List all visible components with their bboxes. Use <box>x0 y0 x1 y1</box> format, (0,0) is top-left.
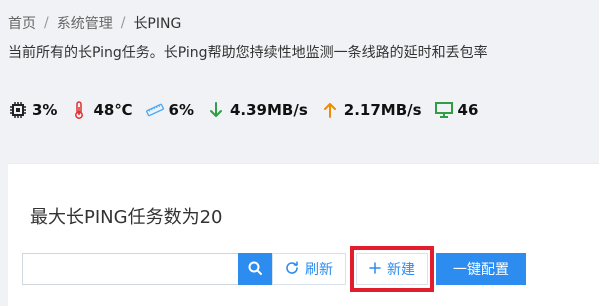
upload-stat: 2.17MB/s <box>320 100 422 120</box>
arrow-up-icon <box>320 100 340 120</box>
task-toolbar: 刷新 新建 一键配置 <box>22 246 526 292</box>
one-click-config-button[interactable]: 一键配置 <box>436 253 526 285</box>
new-task-button[interactable]: 新建 <box>356 253 428 285</box>
thermometer-icon <box>69 100 89 120</box>
download-stat: 4.39MB/s <box>206 100 308 120</box>
devices-value: 46 <box>457 101 479 119</box>
plus-icon <box>369 261 381 277</box>
breadcrumb-separator: / <box>120 15 126 31</box>
search-button[interactable] <box>238 253 272 285</box>
page-description: 当前所有的长Ping任务。长Ping帮助您持续性地监测一条线路的延时和丢包率 <box>8 45 488 61</box>
new-task-button-label: 新建 <box>387 261 415 277</box>
download-value: 4.39MB/s <box>229 101 308 119</box>
refresh-icon <box>285 260 299 278</box>
refresh-button-label: 刷新 <box>305 261 333 277</box>
breadcrumb: 首页 / 系统管理 / 长PING <box>8 13 181 33</box>
max-task-count-title: 最大长PING任务数为20 <box>30 207 223 228</box>
system-stats-bar: 3% 48℃ 6% 4.39MB/s 2.17MB/s 46 <box>8 100 478 120</box>
temperature-value: 48℃ <box>93 101 133 119</box>
breadcrumb-home-link[interactable]: 首页 <box>8 13 36 33</box>
upload-value: 2.17MB/s <box>343 101 422 119</box>
long-ping-task-card: 最大长PING任务数为20 刷新 新建 一键配置 <box>8 163 599 306</box>
devices-stat: 46 <box>434 100 479 120</box>
memory-stat: 6% <box>145 100 194 120</box>
search-icon <box>247 260 263 279</box>
memory-icon <box>145 100 165 120</box>
breadcrumb-separator: / <box>44 15 49 31</box>
breadcrumb-current-page: 长PING <box>133 16 182 32</box>
monitor-icon <box>434 100 454 120</box>
search-input[interactable] <box>22 253 238 285</box>
chip-icon <box>8 100 28 120</box>
refresh-button[interactable]: 刷新 <box>272 253 346 285</box>
long-ping-page: 首页 / 系统管理 / 长PING 当前所有的长Ping任务。长Ping帮助您持… <box>0 0 599 306</box>
temperature-stat: 48℃ <box>69 100 133 120</box>
breadcrumb-system-management-link[interactable]: 系统管理 <box>57 13 113 33</box>
arrow-down-icon <box>206 100 226 120</box>
cpu-stat: 3% <box>8 100 57 120</box>
memory-value: 6% <box>168 101 194 119</box>
cpu-value: 3% <box>32 101 58 119</box>
new-button-wrapper: 新建 <box>350 246 434 292</box>
